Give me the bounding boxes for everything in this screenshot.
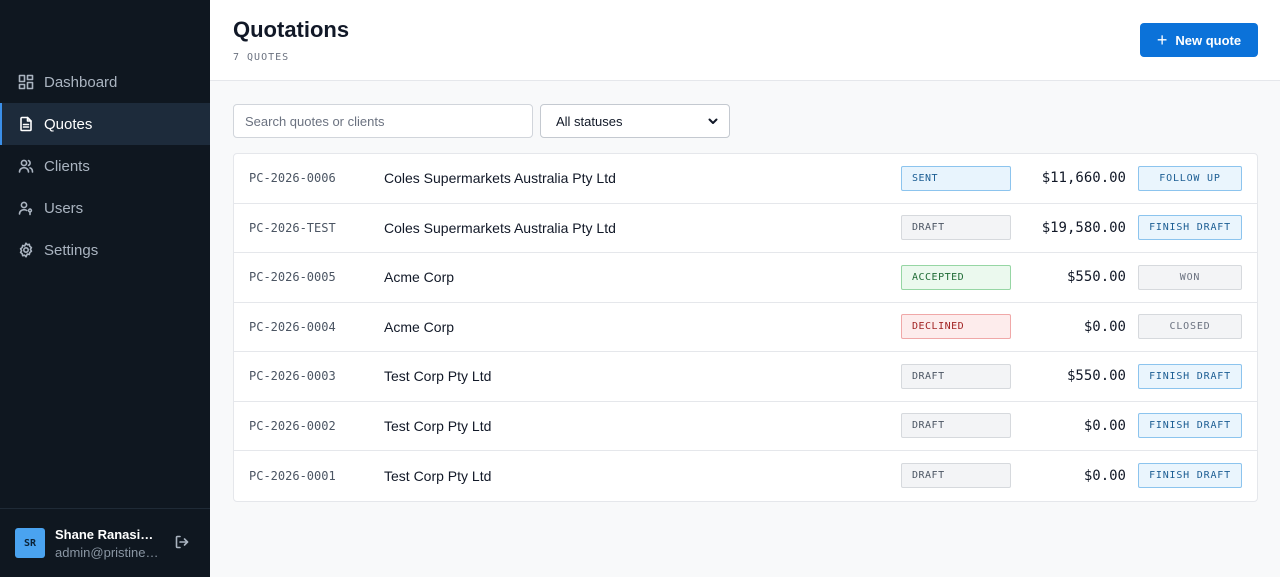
client-name: Coles Supermarkets Australia Pty Ltd (384, 219, 616, 236)
table-row[interactable]: PC-2026-0001 Test Corp Pty Ltd DRAFT $0.… (234, 451, 1257, 501)
quote-amount: $550.00 (1066, 368, 1126, 385)
finish-draft-button[interactable]: FINISH DRAFT (1138, 363, 1242, 389)
table-row[interactable]: PC-2026-0005 Acme Corp ACCEPTED $550.00 … (234, 253, 1257, 303)
status-filter-select[interactable]: All statuses (540, 104, 730, 138)
sidebar-item-users[interactable]: Users (0, 187, 210, 229)
sidebar-item-label: Users (44, 199, 84, 217)
quote-amount: $0.00 (1083, 318, 1126, 335)
dashboard-icon (18, 74, 34, 90)
status-badge: DRAFT (901, 413, 1011, 439)
sidebar-item-dashboard[interactable]: Dashboard (0, 61, 210, 103)
chevron-down-icon (707, 115, 719, 127)
user-key-icon (18, 200, 34, 216)
quote-amount: $0.00 (1083, 417, 1126, 434)
status-badge: SENT (901, 165, 1011, 191)
user-info: Shane Ranasin… admin@pristinec… (55, 527, 160, 560)
search-input[interactable] (233, 104, 533, 138)
table-row[interactable]: PC-2026-0002 Test Corp Pty Ltd DRAFT $0.… (234, 402, 1257, 451)
quote-id: PC-2026-TEST (249, 220, 336, 235)
table-row[interactable]: PC-2026-TEST Coles Supermarkets Australi… (234, 204, 1257, 253)
status-badge: ACCEPTED (901, 264, 1011, 290)
follow-up-button[interactable]: FOLLOW UP (1138, 165, 1242, 191)
quote-id: PC-2026-0005 (249, 270, 336, 285)
closed-label: CLOSED (1138, 314, 1242, 340)
sidebar-item-settings[interactable]: Settings (0, 229, 210, 271)
gear-icon (18, 242, 34, 258)
client-name: Test Corp Pty Ltd (384, 417, 492, 434)
finish-draft-button[interactable]: FINISH DRAFT (1138, 463, 1242, 489)
quote-id: PC-2026-0002 (249, 418, 336, 433)
finish-draft-button[interactable]: FINISH DRAFT (1138, 413, 1242, 439)
sidebar: Dashboard Quotes Clients Users Settings (0, 0, 210, 577)
won-label: WON (1138, 264, 1242, 290)
status-badge: DRAFT (901, 363, 1011, 389)
logout-icon[interactable] (174, 534, 192, 552)
quote-id: PC-2026-0001 (249, 468, 336, 483)
page-title: Quotations (233, 17, 350, 42)
finish-draft-button[interactable]: FINISH DRAFT (1138, 215, 1242, 241)
sidebar-item-clients[interactable]: Clients (0, 145, 210, 187)
quote-id: PC-2026-0003 (249, 369, 336, 384)
new-quote-button[interactable]: + New quote (1140, 23, 1258, 57)
status-filter-value: All statuses (556, 113, 623, 129)
status-badge: DECLINED (901, 314, 1011, 340)
sidebar-nav: Dashboard Quotes Clients Users Settings (0, 61, 210, 271)
sidebar-item-quotes[interactable]: Quotes (0, 103, 210, 145)
page-header: Quotations 7 QUOTES + New quote (210, 0, 1280, 81)
status-badge: DRAFT (901, 215, 1011, 241)
quote-amount: $550.00 (1066, 269, 1126, 286)
document-icon (18, 116, 34, 132)
sidebar-item-label: Dashboard (44, 73, 118, 91)
table-row[interactable]: PC-2026-0004 Acme Corp DECLINED $0.00 CL… (234, 303, 1257, 352)
quote-id: PC-2026-0006 (249, 171, 336, 186)
client-name: Test Corp Pty Ltd (384, 368, 492, 385)
user-email: admin@pristinec… (55, 544, 160, 560)
client-name: Acme Corp (384, 269, 455, 286)
user-profile: SR Shane Ranasin… admin@pristinec… (0, 508, 210, 577)
new-quote-label: New quote (1175, 32, 1242, 48)
users-icon (18, 158, 34, 174)
quote-amount: $19,580.00 (1041, 219, 1126, 236)
quotes-table: PC-2026-0006 Coles Supermarkets Australi… (233, 153, 1258, 502)
table-row[interactable]: PC-2026-0003 Test Corp Pty Ltd DRAFT $55… (234, 352, 1257, 402)
sidebar-item-label: Settings (44, 241, 99, 259)
quote-amount: $0.00 (1083, 467, 1126, 484)
client-name: Test Corp Pty Ltd (384, 467, 492, 484)
client-name: Acme Corp (384, 318, 455, 335)
avatar: SR (15, 528, 45, 558)
sidebar-item-label: Quotes (44, 115, 93, 133)
quote-id: PC-2026-0004 (249, 319, 336, 334)
status-badge: DRAFT (901, 463, 1011, 489)
quote-count: 7 QUOTES (233, 52, 290, 63)
sidebar-item-label: Clients (44, 157, 90, 175)
user-name: Shane Ranasin… (55, 526, 160, 542)
plus-icon: + (1156, 30, 1168, 50)
table-row[interactable]: PC-2026-0006 Coles Supermarkets Australi… (234, 154, 1257, 204)
quote-amount: $11,660.00 (1041, 170, 1126, 187)
client-name: Coles Supermarkets Australia Pty Ltd (384, 170, 616, 187)
